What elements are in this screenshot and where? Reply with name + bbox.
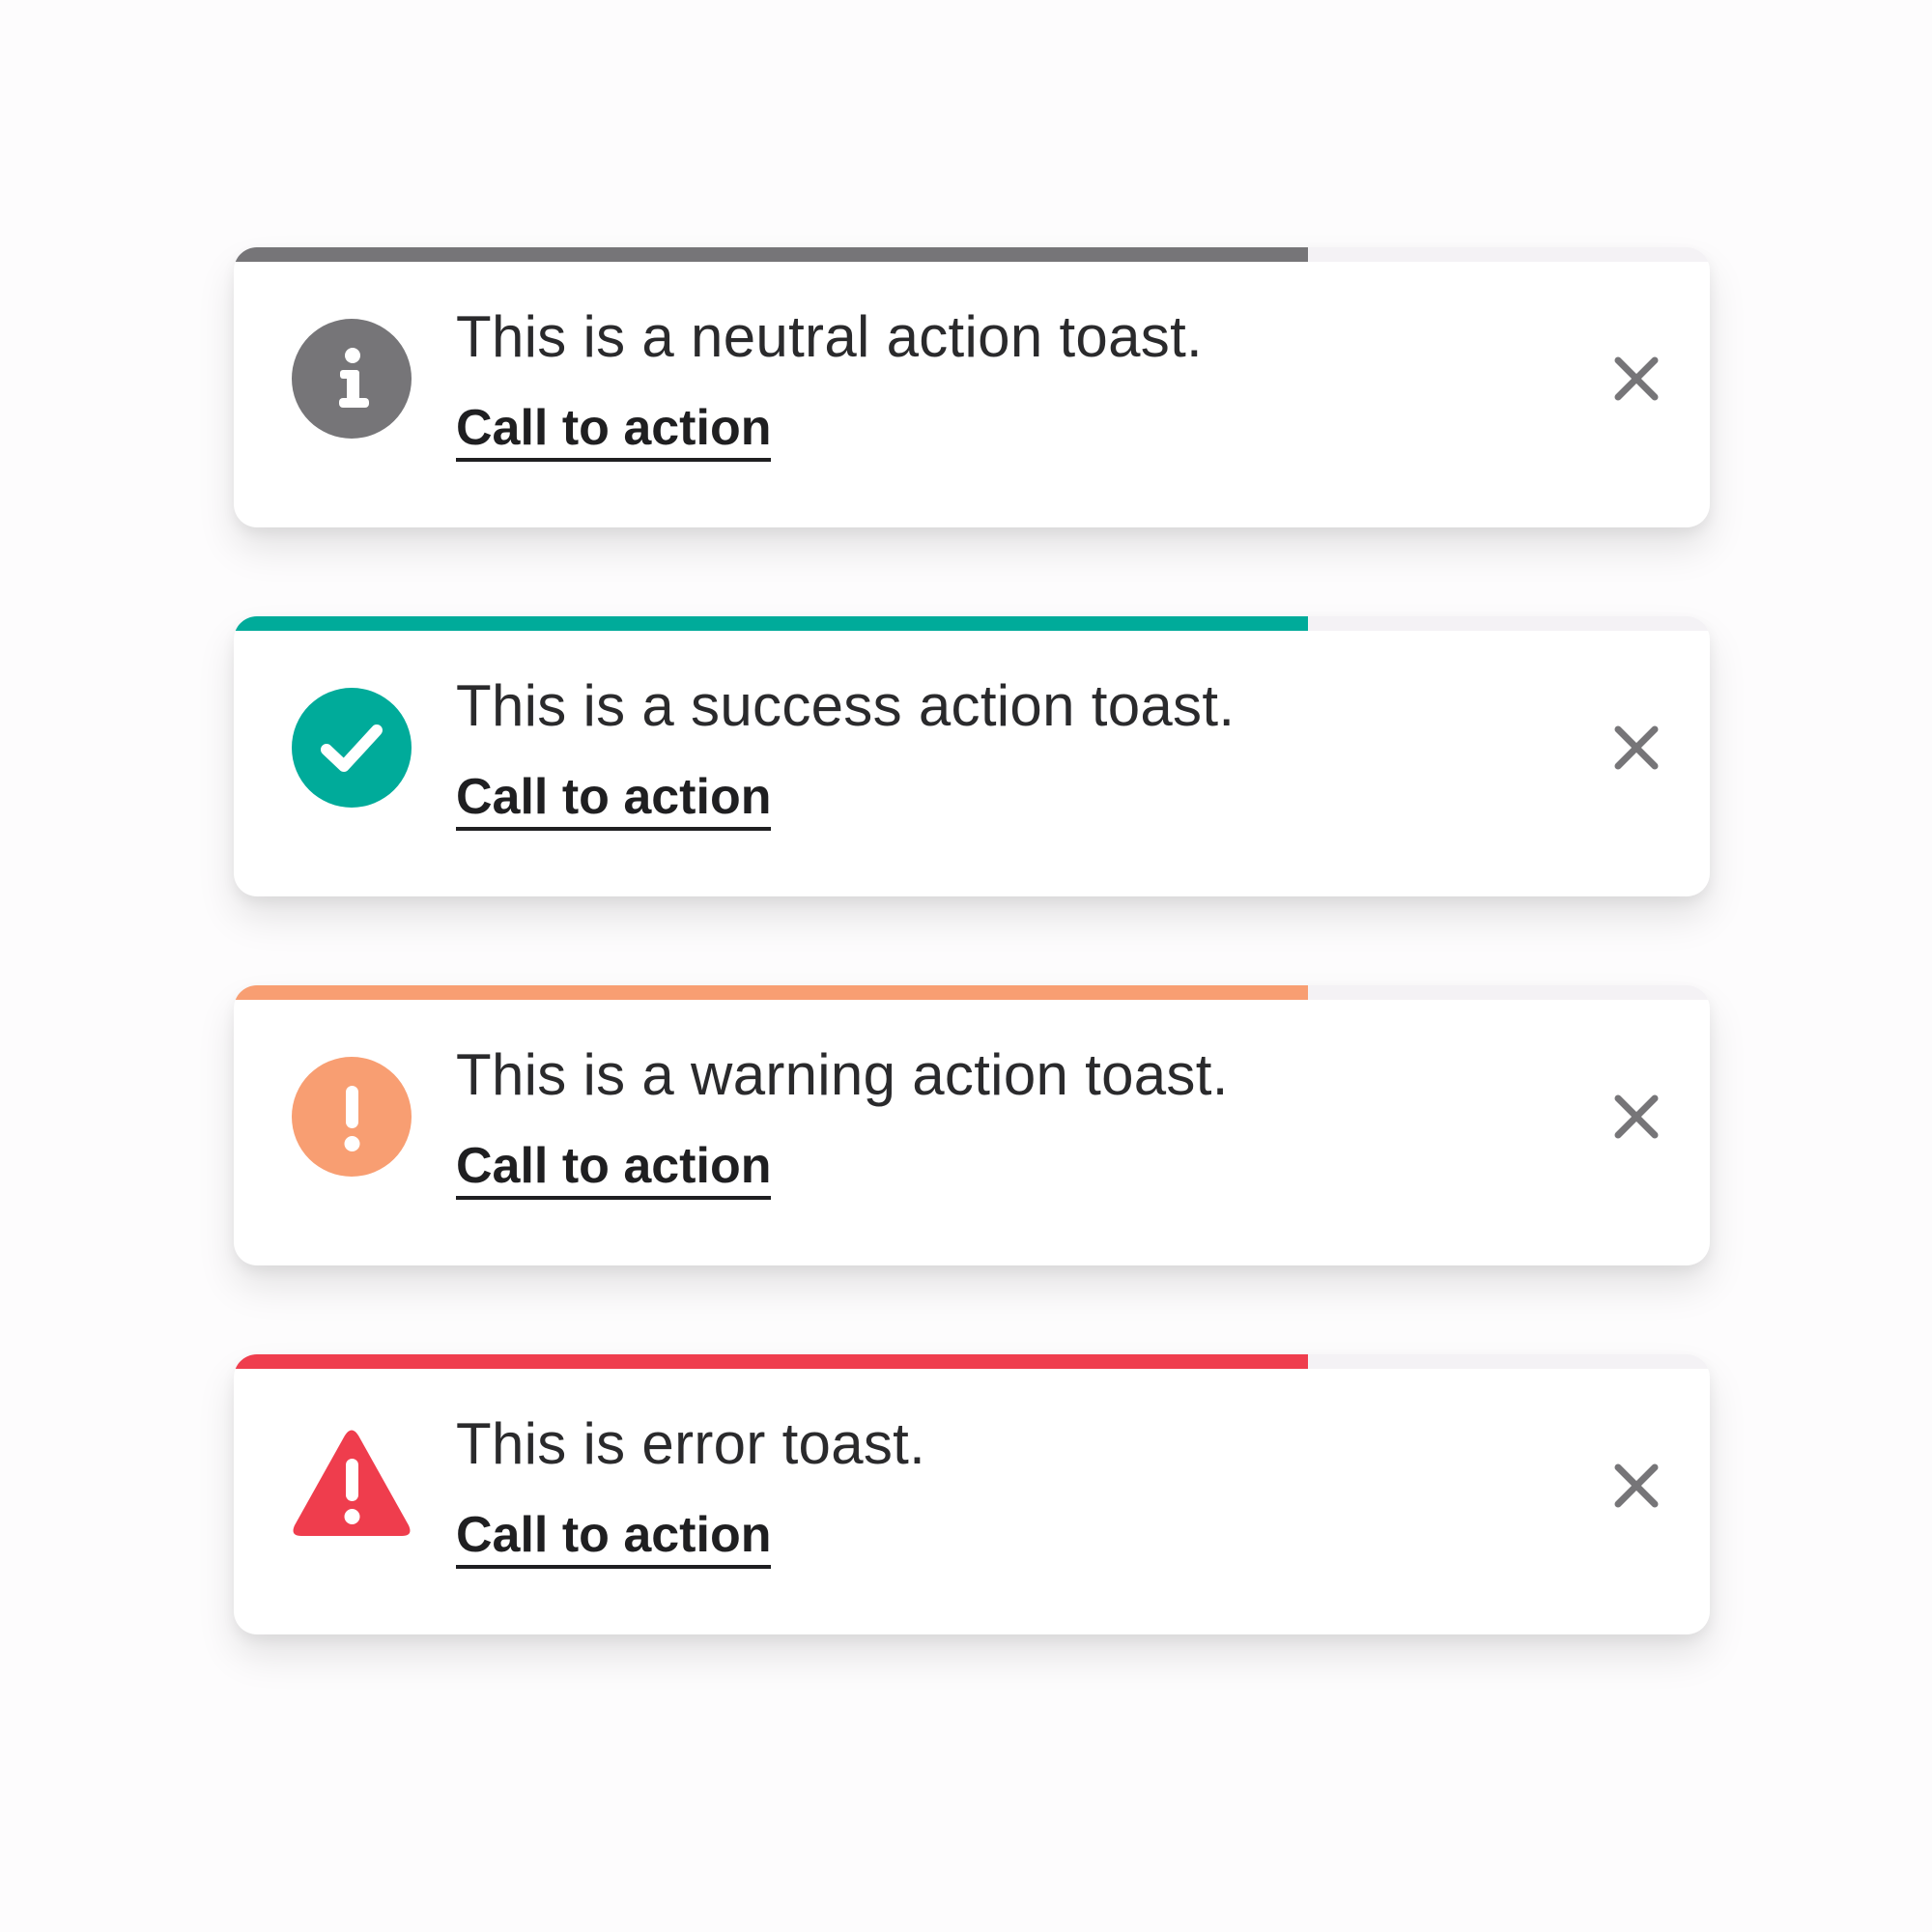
close-icon[interactable] [1609, 721, 1663, 775]
warning-triangle-icon [292, 1426, 412, 1546]
progress-bar [234, 247, 1309, 262]
toast-stack: This is a neutral action toast. Call to … [0, 0, 1932, 1932]
progress-track [234, 985, 1710, 1000]
toast-message: This is a warning action toast. [456, 1042, 1229, 1107]
toast-neutral: This is a neutral action toast. Call to … [234, 247, 1710, 527]
call-to-action-link[interactable]: Call to action [456, 1507, 772, 1570]
close-icon[interactable] [1609, 352, 1663, 406]
progress-track [234, 616, 1710, 631]
toast-success: This is a success action toast. Call to … [234, 616, 1710, 896]
info-icon [292, 319, 412, 439]
toast-warning: This is a warning action toast. Call to … [234, 985, 1710, 1265]
progress-bar [234, 985, 1309, 1000]
toast-error: This is error toast. Call to action [234, 1354, 1710, 1634]
progress-track [234, 1354, 1710, 1369]
call-to-action-link[interactable]: Call to action [456, 769, 772, 832]
toast-message: This is error toast. [456, 1411, 926, 1476]
call-to-action-link[interactable]: Call to action [456, 400, 772, 463]
progress-track [234, 247, 1710, 262]
exclamation-circle-icon [292, 1057, 412, 1177]
progress-bar [234, 1354, 1309, 1369]
call-to-action-link[interactable]: Call to action [456, 1138, 772, 1201]
toast-message: This is a success action toast. [456, 673, 1236, 738]
check-circle-icon [292, 688, 412, 808]
close-icon[interactable] [1609, 1459, 1663, 1513]
close-icon[interactable] [1609, 1090, 1663, 1144]
progress-bar [234, 616, 1309, 631]
toast-message: This is a neutral action toast. [456, 304, 1204, 369]
